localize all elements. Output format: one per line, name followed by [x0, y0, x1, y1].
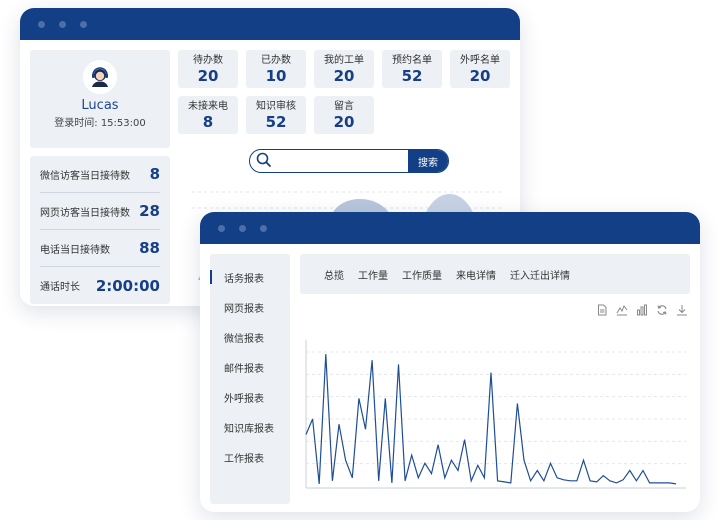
report-menu: 话务报表 网页报表 微信报表 邮件报表 外呼报表 知识库报表 工作报表 — [210, 254, 290, 504]
menu-item-call-report[interactable]: 话务报表 — [210, 262, 290, 292]
tile-knowledge-review[interactable]: 知识审核 52 — [246, 96, 306, 134]
tab-transfer-details[interactable]: 迁入迁出详情 — [510, 267, 570, 282]
tile-done[interactable]: 已办数 10 — [246, 50, 306, 88]
stat-label: 通话时长 — [40, 282, 80, 293]
stat-value: 28 — [139, 202, 160, 220]
reports-titlebar — [200, 212, 700, 244]
stat-row: 通话时长 2:00:00 — [40, 267, 160, 304]
search-icon — [256, 152, 272, 168]
reception-stats: 微信访客当日接待数 8 网页访客当日接待数 28 电话当日接待数 88 通话时长 2:0… — [30, 156, 170, 304]
profile-card: Lucas 登录时间: 15:53:00 — [30, 50, 170, 148]
agent-headset-icon — [92, 67, 108, 87]
report-tabs: 总揽 工作量 工作质量 来电详情 迁入迁出详情 — [300, 254, 690, 294]
menu-item-work-report[interactable]: 工作报表 — [210, 442, 290, 472]
download-icon[interactable] — [676, 304, 688, 316]
window-control-dot[interactable] — [80, 20, 87, 28]
login-time: 登录时间: 15:53:00 — [54, 118, 146, 129]
bar-chart-icon[interactable] — [636, 304, 648, 316]
stat-row: 微信访客当日接待数 8 — [40, 156, 160, 193]
stat-row: 电话当日接待数 88 — [40, 230, 160, 267]
search-bar: 搜索 — [249, 149, 449, 173]
window-control-dot[interactable] — [218, 224, 225, 232]
line-chart-icon[interactable] — [616, 304, 628, 316]
tab-work-quality[interactable]: 工作质量 — [402, 267, 442, 282]
menu-item-knowledge-report[interactable]: 知识库报表 — [210, 412, 290, 442]
window-control-dot[interactable] — [260, 224, 267, 232]
tile-my-tickets[interactable]: 我的工单 20 — [314, 50, 374, 88]
tab-workload[interactable]: 工作量 — [358, 267, 388, 282]
tab-overview[interactable]: 总揽 — [324, 267, 344, 282]
tile-todo[interactable]: 待办数 20 — [178, 50, 238, 88]
tile-messages[interactable]: 留言 20 — [314, 96, 374, 134]
window-control-dot[interactable] — [38, 20, 45, 28]
avatar[interactable] — [83, 60, 117, 94]
tile-missed-calls[interactable]: 未接来电 8 — [178, 96, 238, 134]
stat-label: 网页访客当日接待数 — [40, 207, 130, 219]
menu-item-wechat-report[interactable]: 微信报表 — [210, 322, 290, 352]
stat-value: 2:00:00 — [95, 276, 160, 295]
window-control-dot[interactable] — [59, 20, 66, 28]
menu-item-web-report[interactable]: 网页报表 — [210, 292, 290, 322]
reports-window: 话务报表 网页报表 微信报表 邮件报表 外呼报表 知识库报表 工作报表 总揽 工… — [200, 212, 700, 512]
stat-label: 微信访客当日接待数 — [40, 170, 130, 182]
stat-row: 网页访客当日接待数 28 — [40, 193, 160, 230]
menu-item-email-report[interactable]: 邮件报表 — [210, 352, 290, 382]
menu-item-outbound-report[interactable]: 外呼报表 — [210, 382, 290, 412]
tile-outbound-list[interactable]: 外呼名单 20 — [450, 50, 510, 88]
document-icon[interactable] — [596, 304, 608, 316]
search-button[interactable]: 搜索 — [408, 150, 448, 172]
dashboard-titlebar — [20, 8, 520, 40]
chart-toolbar — [596, 304, 688, 316]
call-report-chart — [305, 340, 686, 489]
stat-label: 电话当日接待数 — [40, 244, 110, 256]
stat-value: 8 — [149, 165, 160, 183]
refresh-icon[interactable] — [656, 304, 668, 316]
tile-appointments[interactable]: 预约名单 52 — [382, 50, 442, 88]
window-control-dot[interactable] — [239, 224, 246, 232]
user-name: Lucas — [81, 98, 119, 113]
tab-call-details[interactable]: 来电详情 — [456, 267, 496, 282]
stat-value: 88 — [139, 239, 160, 257]
